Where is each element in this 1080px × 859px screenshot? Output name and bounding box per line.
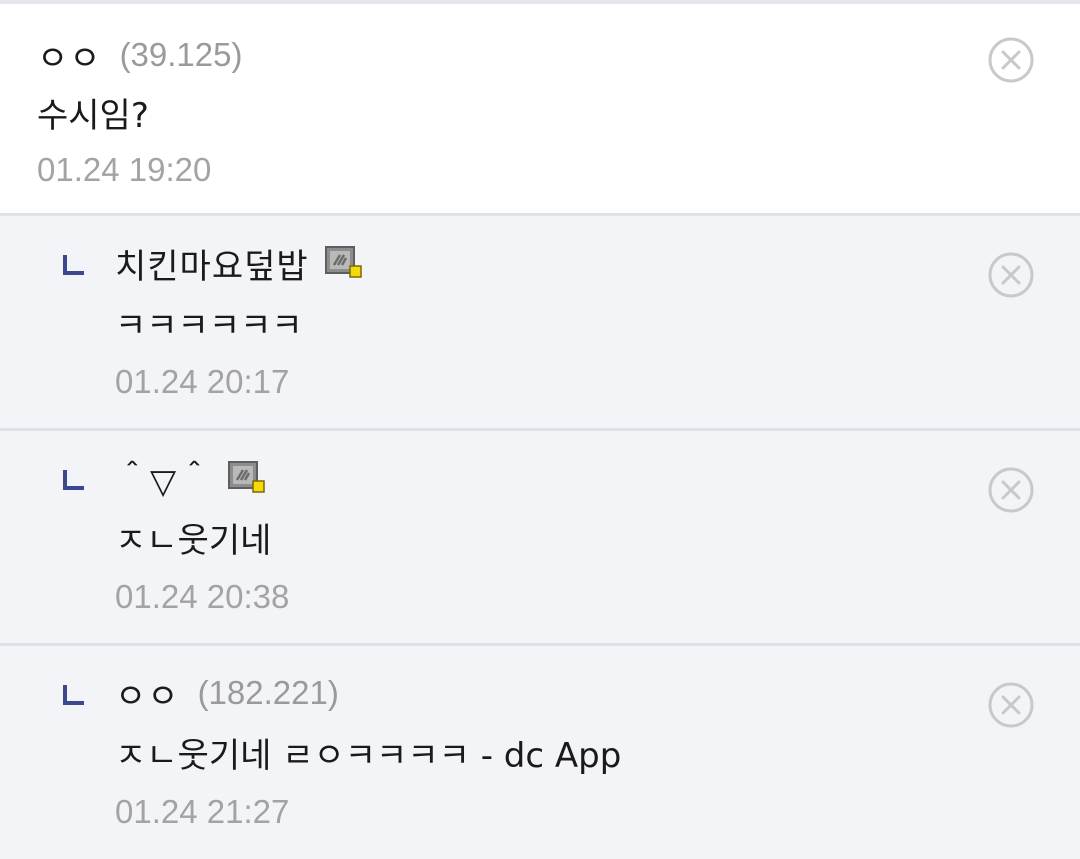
delete-comment-button[interactable] — [987, 36, 1035, 84]
reply-item: 치킨마요덮밥 ㅋㅋㅋㅋㅋㅋ 01.24 20:17 — [0, 216, 1080, 431]
comment-date: 01.24 21:27 — [115, 793, 290, 830]
delete-circle-x-icon — [988, 682, 1034, 728]
delete-comment-button[interactable] — [987, 251, 1035, 299]
comment-text: 수시임? — [37, 96, 149, 136]
reply-arrow-icon — [63, 255, 84, 275]
delete-circle-x-icon — [988, 37, 1034, 83]
delete-circle-x-icon — [988, 252, 1034, 298]
comment-author-line: 치킨마요덮밥 — [115, 238, 980, 288]
comment-author-line: ㅇㅇ (39.125) — [37, 30, 980, 80]
delete-comment-button[interactable] — [987, 466, 1035, 514]
comment-text: ㅈㄴ웃기네 — [115, 521, 272, 561]
comment-item: ㅇㅇ (39.125) 수시임? 01.24 19:20 — [0, 4, 1080, 216]
reply-arrow-icon — [63, 470, 84, 490]
comment-nickname[interactable]: ㅇㅇ — [37, 31, 102, 80]
fixed-nick-icon — [228, 461, 266, 495]
comment-text: ㅈㄴ웃기네 ㄹㅇㅋㅋㅋㅋ - dc App — [115, 736, 622, 776]
comment-ip: (39.125) — [119, 36, 243, 73]
delete-comment-button[interactable] — [987, 681, 1035, 729]
comment-nickname[interactable]: ＾▽＾ — [115, 454, 212, 503]
comment-list: ㅇㅇ (39.125) 수시임? 01.24 19:20 치킨마요덮밥 ㅋㅋㅋㅋ… — [0, 0, 1080, 859]
comment-author-line: ＾▽＾ — [115, 453, 980, 503]
fixed-nick-icon — [324, 246, 363, 280]
reply-arrow-icon — [63, 685, 84, 705]
comment-text: ㅋㅋㅋㅋㅋㅋ — [115, 306, 303, 346]
comment-date: 01.24 20:38 — [115, 578, 290, 615]
comment-date: 01.24 20:17 — [115, 363, 290, 400]
delete-circle-x-icon — [988, 467, 1034, 513]
comment-ip: (182.221) — [197, 674, 339, 711]
comment-nickname[interactable]: 치킨마요덮밥 — [115, 239, 309, 288]
comment-author-line: ㅇㅇ (182.221) — [115, 668, 980, 718]
reply-item: ㅇㅇ (182.221) ㅈㄴ웃기네 ㄹㅇㅋㅋㅋㅋ - dc App 01.24… — [0, 646, 1080, 859]
reply-item: ＾▽＾ ㅈㄴ웃기네 01.24 20:38 — [0, 431, 1080, 646]
comment-nickname[interactable]: ㅇㅇ — [115, 669, 180, 718]
comment-date: 01.24 19:20 — [37, 151, 212, 188]
